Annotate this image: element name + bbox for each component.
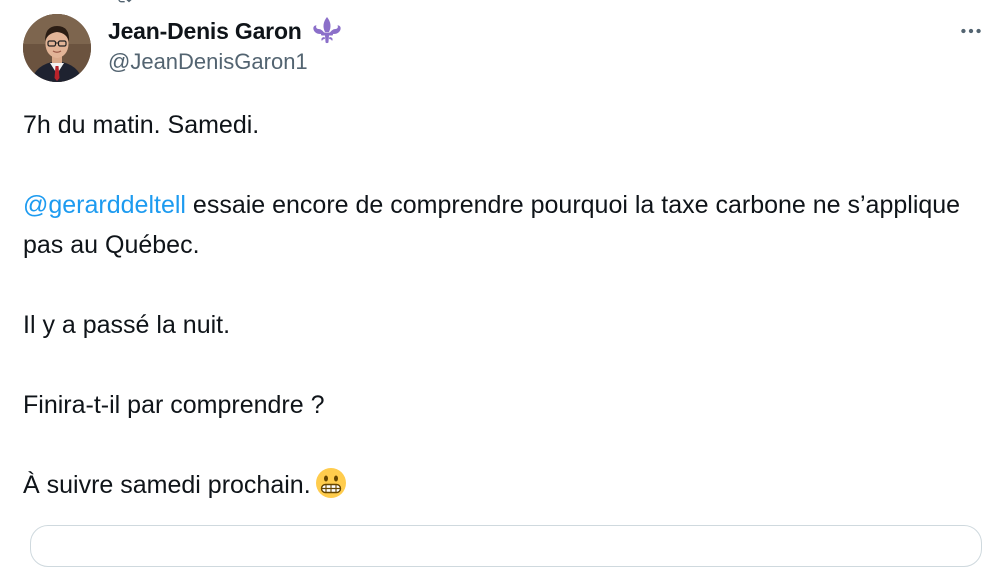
author-avatar[interactable]: [23, 14, 91, 82]
tweet-line-3: Il y a passé la nuit.: [23, 311, 231, 339]
grimacing-face-emoji: [315, 468, 346, 498]
more-options-button[interactable]: [958, 18, 984, 44]
embedded-card[interactable]: [30, 525, 982, 567]
tweet-line-4: Finira-t-il par comprendre ?: [23, 391, 325, 419]
tweet-text: 7h du matin. Samedi. @gerarddeltell essa…: [23, 105, 983, 505]
repost-indicator: [116, 0, 132, 6]
tweet-line-2: @gerarddeltell essaie encore de comprend…: [23, 185, 983, 265]
avatar-image: [23, 14, 91, 82]
more-horizontal-icon: [961, 28, 981, 34]
tweet-line-1: 7h du matin. Samedi.: [23, 111, 260, 139]
mention-link[interactable]: @gerarddeltell: [23, 191, 186, 219]
fleur-de-lis-icon: [312, 17, 341, 44]
tweet-header: Jean-Denis Garon @JeanDenisGaron1: [108, 14, 344, 75]
tweet-line-5-text: À suivre samedi prochain.: [23, 471, 311, 499]
repost-icon: [118, 0, 132, 3]
tweet-card[interactable]: Jean-Denis Garon @JeanDenisGaron1 7h du …: [0, 0, 1004, 567]
author-name-row: Jean-Denis Garon: [108, 14, 344, 48]
tweet-line-5: À suivre samedi prochain.: [23, 465, 983, 505]
author-handle[interactable]: @JeanDenisGaron1: [108, 49, 344, 75]
author-display-name[interactable]: Jean-Denis Garon: [108, 18, 302, 45]
